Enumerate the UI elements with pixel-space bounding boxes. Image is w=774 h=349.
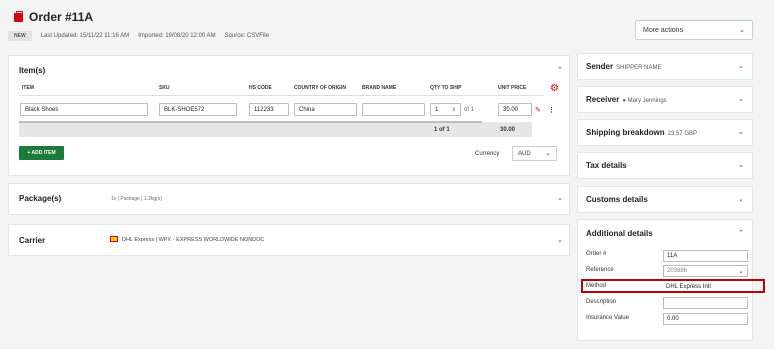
- more-options-icon[interactable]: ⋮: [548, 106, 555, 114]
- add-item-button[interactable]: + ADD ITEM: [19, 146, 64, 160]
- col-hs-code: HS CODE: [249, 85, 272, 91]
- sender-title-text: Sender: [586, 62, 614, 71]
- col-item: ITEM: [22, 85, 34, 91]
- more-actions-dropdown[interactable]: More actions ⌄: [635, 20, 753, 40]
- qty-stepper[interactable]: 1 ⇕: [430, 103, 461, 116]
- header-divider: [19, 95, 544, 96]
- sender-title: Sender SHIPPER NAME: [586, 62, 661, 71]
- expand-tax-icon[interactable]: ⌄: [738, 161, 744, 169]
- totals-row: [19, 122, 532, 137]
- horizontal-scrollbar[interactable]: [19, 121, 482, 123]
- order-number-label: Order #: [586, 251, 607, 257]
- source: Source: CSVFile: [224, 33, 269, 39]
- expand-shipping-icon[interactable]: ⌄: [738, 128, 744, 136]
- last-updated: Last Updated: 15/11/22 11:16 AM: [40, 33, 130, 39]
- packages-panel[interactable]: [8, 183, 570, 215]
- unit-price-input[interactable]: 30.00: [498, 103, 532, 116]
- currency-select[interactable]: AUD ⌄: [512, 146, 557, 161]
- items-title: Item(s): [19, 66, 46, 75]
- method-label: Method: [586, 283, 607, 289]
- receiver-name: Mary Jennings: [627, 98, 667, 104]
- tax-details-panel[interactable]: Tax details ⌄: [577, 152, 753, 179]
- shipping-title-text: Shipping breakdown: [586, 128, 665, 137]
- expand-customs-icon[interactable]: ⌄: [738, 195, 744, 203]
- order-number-input[interactable]: 11A: [663, 250, 748, 262]
- additional-title: Additional details: [586, 229, 653, 238]
- hs-code-input[interactable]: 112233: [249, 103, 289, 116]
- receiver-panel[interactable]: Receiver ● Mary Jennings ⌄: [577, 86, 753, 113]
- customs-details-panel[interactable]: Customs details ⌄: [577, 186, 753, 213]
- reference-label: Reference: [586, 267, 614, 273]
- shipping-title: Shipping breakdown 23.57 GBP: [586, 128, 697, 137]
- col-sku: SKU: [159, 85, 170, 91]
- order-meta: NEW Last Updated: 15/11/22 11:16 AM Impo…: [8, 31, 269, 41]
- chevron-down-icon: ⌄: [739, 26, 745, 34]
- item-name-input[interactable]: Black Shoes: [20, 103, 148, 116]
- chevron-down-icon: ⌄: [545, 150, 551, 157]
- tax-title: Tax details: [586, 161, 627, 170]
- edit-icon[interactable]: ✎: [535, 106, 541, 114]
- customs-title: Customs details: [586, 195, 648, 204]
- total-price: 30.00: [500, 127, 516, 133]
- receiver-title-text: Receiver: [586, 95, 620, 104]
- carrier-panel[interactable]: [8, 224, 570, 256]
- expand-packages-icon[interactable]: ⌄: [557, 194, 563, 202]
- carrier-title: Carrier: [19, 236, 46, 245]
- packages-title: Package(s): [19, 194, 62, 203]
- packages-summary: 1x | Package | 1.2kg(s): [111, 196, 162, 202]
- order-icon: [14, 10, 23, 22]
- method-input[interactable]: DHL Express Intl: [663, 281, 748, 293]
- sender-panel[interactable]: Sender SHIPPER NAME ⌄: [577, 53, 753, 80]
- currency-label: Currency: [475, 151, 500, 157]
- brand-input[interactable]: [362, 103, 425, 116]
- sku-input[interactable]: BLK-SHOE572: [159, 103, 237, 116]
- gear-icon[interactable]: ⚙: [550, 84, 559, 94]
- chevron-down-icon: ⌄: [738, 267, 744, 275]
- insurance-value-label: Insurance Value: [586, 315, 629, 321]
- expand-carrier-icon[interactable]: ⌄: [557, 236, 563, 244]
- expand-receiver-icon[interactable]: ⌄: [738, 95, 744, 103]
- insurance-value-input[interactable]: 0.00: [663, 313, 748, 325]
- reference-select[interactable]: 203886 ⌄: [663, 265, 748, 277]
- currency-value: AUD: [518, 150, 531, 157]
- reference-value: 203886: [667, 268, 688, 274]
- qty-of: of 1: [464, 107, 475, 113]
- stepper-icon[interactable]: ⇕: [452, 107, 456, 113]
- collapse-items-icon[interactable]: ⌃: [557, 66, 563, 74]
- total-qty: 1 of 1: [434, 127, 450, 133]
- col-brand: BRAND NAME: [362, 85, 397, 91]
- status-badge: NEW: [8, 31, 32, 41]
- dhl-logo-icon: [110, 236, 118, 242]
- receiver-title: Receiver ● Mary Jennings: [586, 95, 667, 104]
- shipping-breakdown-panel[interactable]: Shipping breakdown 23.57 GBP ⌄: [577, 119, 753, 146]
- description-label: Description: [586, 299, 617, 305]
- collapse-additional-icon[interactable]: ⌃: [738, 229, 744, 237]
- qty-value: 1: [435, 106, 439, 113]
- carrier-value: DHL Express | WPX - EXPRESS WORLDWIDE NO…: [122, 237, 265, 243]
- order-title-text: Order #11A: [29, 10, 94, 24]
- shipping-amount: 23.57 GBP: [667, 131, 698, 137]
- sender-name: SHIPPER NAME: [616, 65, 662, 71]
- col-country: COUNTRY OF ORIGIN: [294, 85, 346, 91]
- col-unit-price: UNIT PRICE: [498, 85, 527, 91]
- page-title: Order #11A: [14, 10, 93, 24]
- expand-sender-icon[interactable]: ⌄: [738, 62, 744, 70]
- check-circle-icon: ●: [622, 98, 626, 104]
- description-input[interactable]: [663, 297, 748, 309]
- receiver-name-wrap: ● Mary Jennings: [622, 98, 666, 104]
- more-actions-label: More actions: [643, 26, 684, 34]
- country-input[interactable]: China: [294, 103, 357, 116]
- imported-date: Imported: 19/08/20 12:00 AM: [138, 33, 216, 39]
- col-qty: QTY TO SHIP: [430, 85, 462, 91]
